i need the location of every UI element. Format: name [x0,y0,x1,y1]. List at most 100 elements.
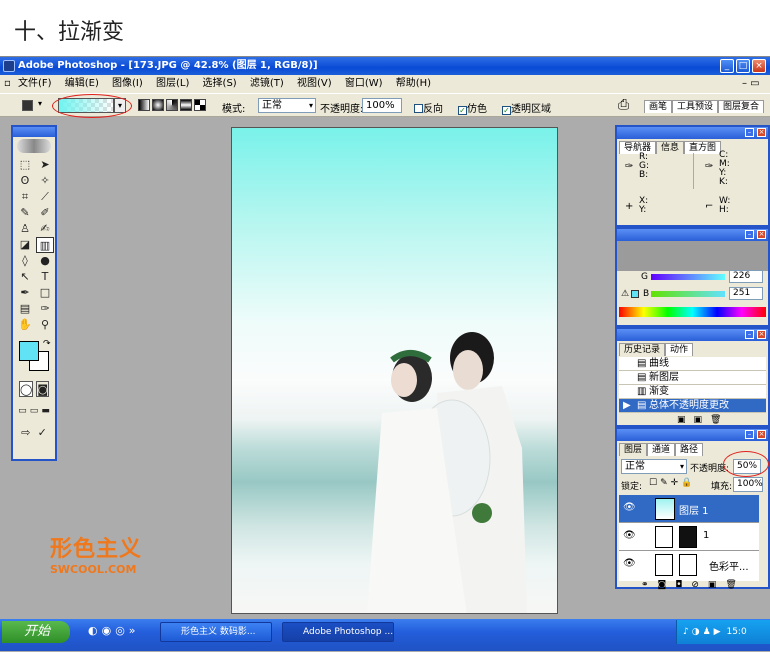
dither-checkbox[interactable]: ✓ [458,106,467,115]
history-item-selected[interactable]: ▶ ▤ 总体不透明度更改 [619,399,766,413]
layer-row[interactable]: 👁 1 [619,523,759,551]
maximize-button[interactable]: □ [736,59,750,73]
reverse-checkbox[interactable] [414,104,423,113]
radial-gradient-button[interactable] [152,99,164,111]
document-canvas[interactable] [231,127,558,614]
eyedropper-tool-icon[interactable]: ✑ [36,301,54,317]
history-close-button[interactable]: × [757,330,766,339]
fill-input[interactable]: 100% [733,477,763,492]
shape-tool-icon[interactable]: □ [36,285,54,301]
taskbar-item-browser[interactable]: 形色主义 数码影... [160,622,272,642]
diamond-gradient-button[interactable] [194,99,206,111]
clone-stamp-tool-icon[interactable]: ♙ [16,221,34,237]
tab-history[interactable]: 历史记录 [619,343,666,356]
web-color-swatch[interactable] [631,290,639,298]
tab-navigator[interactable]: 导航器 [619,141,657,154]
slice-tool-icon[interactable]: ⟋ [36,189,54,205]
b-value-input[interactable]: 251 [729,287,763,300]
brush-tool-icon[interactable]: ✐ [36,205,54,221]
menu-help[interactable]: 帮助(H) [396,78,431,89]
taskbar-item-photoshop[interactable]: Adobe Photoshop ... [282,622,394,642]
history-item[interactable]: ▤ 新图层 [619,371,766,385]
history-minimize-button[interactable]: – [745,330,754,339]
path-selection-tool-icon[interactable]: ↖ [16,269,34,285]
minimize-button[interactable]: _ [720,59,734,73]
panel-minimize-button[interactable]: – [745,128,754,137]
menu-select[interactable]: 选择(S) [203,78,237,89]
reflected-gradient-button[interactable] [180,99,192,111]
start-button[interactable]: 开始 [2,621,70,643]
close-button[interactable]: × [752,59,766,73]
menu-layer[interactable]: 图层(L) [156,78,189,89]
menu-view[interactable]: 视图(V) [297,78,332,89]
transparency-option[interactable]: ✓透明区域 [502,100,551,115]
swap-colors-icon[interactable]: ↷ [43,339,51,349]
menu-file[interactable]: 文件(F) [18,78,52,89]
marquee-tool-icon[interactable]: ⬚ [16,157,34,173]
angle-gradient-button[interactable] [166,99,178,111]
g-slider[interactable] [651,274,725,280]
menu-window[interactable]: 窗口(W) [345,78,383,89]
history-item[interactable]: ▥ 渐变 [619,385,766,399]
standard-mode-icon[interactable]: ◯ [19,381,34,397]
tab-info[interactable]: 信息 [656,141,685,154]
reverse-option[interactable]: 反向 [414,100,443,115]
quick-mask-icon[interactable]: ◙ [36,381,49,397]
pen-tool-icon[interactable]: ✒ [16,285,34,301]
crop-tool-icon[interactable]: ⌗ [16,189,34,205]
tab-layers[interactable]: 图层 [619,443,648,456]
jump-to-imageready-icon[interactable]: ⇨ [19,425,33,441]
printer-icon[interactable]: ⎙ [618,97,629,113]
layer-row-selected[interactable]: 👁 图层 1 [619,495,759,523]
gradient-tool-icon[interactable]: ▥ [36,237,54,253]
g-value-input[interactable]: 226 [729,270,763,283]
doc-window-controls[interactable]: – ▭ [742,78,760,89]
transparency-checkbox[interactable]: ✓ [502,106,511,115]
screen-mode-full-icon[interactable]: ▬ [40,403,51,419]
linear-gradient-button[interactable] [138,99,150,111]
tab-paths[interactable]: 路径 [675,443,704,456]
screen-mode-menubar-icon[interactable]: ▭ [29,403,40,419]
blur-tool-icon[interactable]: ◊ [16,253,34,269]
lock-icons[interactable]: ☐✎✛🔒 [649,478,695,488]
tab-actions[interactable]: 动作 [665,343,694,356]
edit-icon[interactable]: ✓ [36,425,50,441]
color-panel-minimize-button[interactable]: – [745,230,754,239]
history-item[interactable]: ▤ 曲线 [619,357,766,371]
menu-filter[interactable]: 滤镜(T) [250,78,284,89]
tab-histogram[interactable]: 直方图 [684,141,722,154]
color-spectrum-bar[interactable] [619,307,766,317]
color-panel-close-button[interactable]: × [757,230,766,239]
type-tool-icon[interactable]: T [36,269,54,285]
opacity-input[interactable]: 100% [362,98,402,113]
layers-minimize-button[interactable]: – [745,430,754,439]
tab-tool-presets[interactable]: 工具预设 [672,100,719,113]
blend-mode-select[interactable]: 正常 ▾ [621,459,687,474]
hand-tool-icon[interactable]: ✋ [16,317,34,333]
tab-layer-comps[interactable]: 图层复合 [718,100,765,113]
tool-preset-icon[interactable] [22,100,33,111]
layer-row[interactable]: 👁 色彩平... [619,551,759,579]
dither-option[interactable]: ✓仿色 [458,100,487,115]
history-footer-icons[interactable]: ▣▣🗑 [677,415,729,425]
tab-channels[interactable]: 通道 [647,443,676,456]
mode-select[interactable]: 正常 ▾ [258,98,316,113]
layers-close-button[interactable]: × [757,430,766,439]
b-slider[interactable] [651,291,725,297]
zoom-tool-icon[interactable]: ⚲ [36,317,54,333]
healing-brush-tool-icon[interactable]: ✎ [16,205,34,221]
magic-wand-tool-icon[interactable]: ✧ [36,173,54,189]
quick-launch-icons[interactable]: ◐◉◎» [88,624,140,637]
eraser-tool-icon[interactable]: ◪ [16,237,34,253]
tab-brushes[interactable]: 画笔 [644,100,673,113]
preset-dropdown-icon[interactable]: ▾ [38,99,42,108]
eye-icon[interactable]: 👁 [623,502,636,513]
dodge-tool-icon[interactable]: ● [36,253,54,269]
panel-close-button[interactable]: × [757,128,766,137]
lasso-tool-icon[interactable]: ʘ [16,173,34,189]
eye-icon[interactable]: 👁 [623,530,636,541]
layers-footer-icons[interactable]: ⚭◙◘⊘▣🗑 [641,580,746,590]
eye-icon[interactable]: 👁 [623,558,636,569]
menu-edit[interactable]: 编辑(E) [65,78,99,89]
tray-icons[interactable]: ♪◑♟▶ [683,627,724,637]
